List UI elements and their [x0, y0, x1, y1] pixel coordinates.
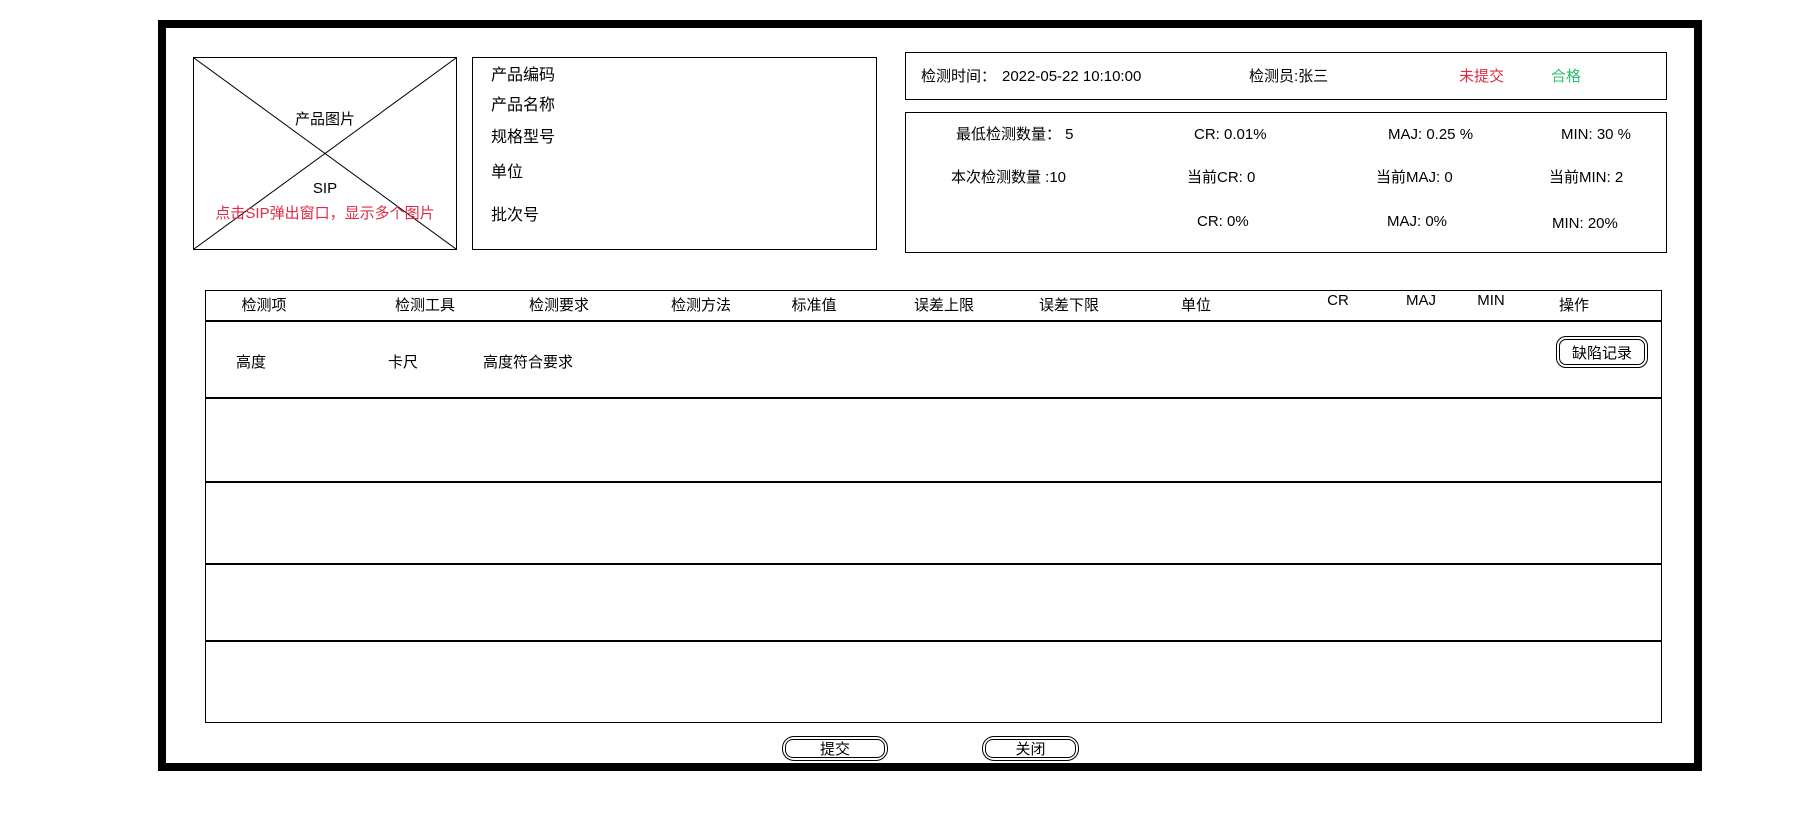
field-label-batch-number: 批次号: [491, 206, 539, 226]
cr-limit: CR: 0.01%: [1194, 125, 1267, 145]
inspection-time-label: 检测时间：: [921, 67, 996, 87]
current-cr: 当前CR: 0: [1187, 168, 1255, 188]
row-separator: [206, 481, 1661, 483]
col-header-item: 检测项: [241, 291, 286, 320]
current-check-qty: 本次检测数量 :10: [951, 168, 1066, 188]
maj-limit: MAJ: 0.25 %: [1388, 125, 1473, 145]
defect-record-button[interactable]: 缺陷记录: [1556, 336, 1648, 368]
row-separator: [206, 397, 1661, 399]
min-rate: MIN: 20%: [1552, 214, 1618, 234]
field-label-unit: 单位: [491, 163, 523, 183]
field-label-product-name: 产品名称: [491, 96, 555, 116]
col-header-action: 操作: [1559, 291, 1589, 320]
field-label-product-code: 产品编码: [491, 66, 555, 86]
col-header-unit: 单位: [1181, 291, 1211, 320]
inspection-header-panel: 检测时间： 2022-05-22 10:10:00 检测员:张三 未提交 合格: [905, 52, 1667, 100]
row1-item: 高度: [236, 353, 266, 373]
close-button[interactable]: 关闭: [982, 736, 1079, 761]
col-header-maj: MAJ: [1406, 286, 1436, 315]
col-header-lower-limit: 误差下限: [1039, 291, 1099, 320]
min-required-qty: 最低检测数量： 5: [956, 125, 1074, 145]
header-separator: [206, 320, 1661, 322]
col-header-requirement: 检测要求: [529, 291, 589, 320]
sip-hint: 点击SIP弹出窗口，显示多个图片: [215, 202, 434, 223]
defect-record-button-label: 缺陷记录: [1557, 337, 1647, 367]
inspection-table: 检测项 检测工具 检测要求 检测方法 标准值 误差上限 误差下限 单位 CR M…: [205, 290, 1662, 723]
result-status-badge: 合格: [1551, 67, 1581, 87]
current-maj: 当前MAJ: 0: [1376, 168, 1453, 188]
product-image-label: 产品图片: [292, 108, 358, 129]
row-separator: [206, 640, 1661, 642]
col-header-method: 检测方法: [671, 291, 731, 320]
inspector-name: 检测员:张三: [1249, 67, 1328, 87]
stats-panel: 最低检测数量： 5 CR: 0.01% MAJ: 0.25 % MIN: 30 …: [905, 112, 1667, 253]
product-info-panel: 产品编码 产品名称 规格型号 单位 批次号: [472, 57, 877, 250]
row1-tool: 卡尺: [388, 353, 418, 373]
product-image-placeholder[interactable]: 产品图片 SIP 点击SIP弹出窗口，显示多个图片: [193, 57, 457, 250]
col-header-standard: 标准值: [791, 291, 836, 320]
col-header-min: MIN: [1477, 286, 1505, 315]
inspection-window: 产品图片 SIP 点击SIP弹出窗口，显示多个图片 产品编码 产品名称 规格型号…: [0, 0, 1819, 833]
col-header-upper-limit: 误差上限: [914, 291, 974, 320]
current-min: 当前MIN: 2: [1549, 168, 1623, 188]
close-button-label: 关闭: [983, 737, 1078, 760]
min-limit: MIN: 30 %: [1561, 125, 1631, 145]
submit-status-badge: 未提交: [1459, 67, 1504, 87]
submit-button[interactable]: 提交: [782, 736, 888, 761]
inspection-time-value: 2022-05-22 10:10:00: [1002, 67, 1141, 87]
row1-requirement: 高度符合要求: [483, 353, 573, 373]
maj-rate: MAJ: 0%: [1387, 212, 1447, 232]
field-label-spec-model: 规格型号: [491, 128, 555, 148]
row-separator: [206, 563, 1661, 565]
cr-rate: CR: 0%: [1197, 212, 1249, 232]
col-header-cr: CR: [1327, 286, 1349, 315]
col-header-tool: 检测工具: [395, 291, 455, 320]
sip-link[interactable]: SIP: [310, 180, 340, 197]
submit-button-label: 提交: [783, 737, 887, 760]
